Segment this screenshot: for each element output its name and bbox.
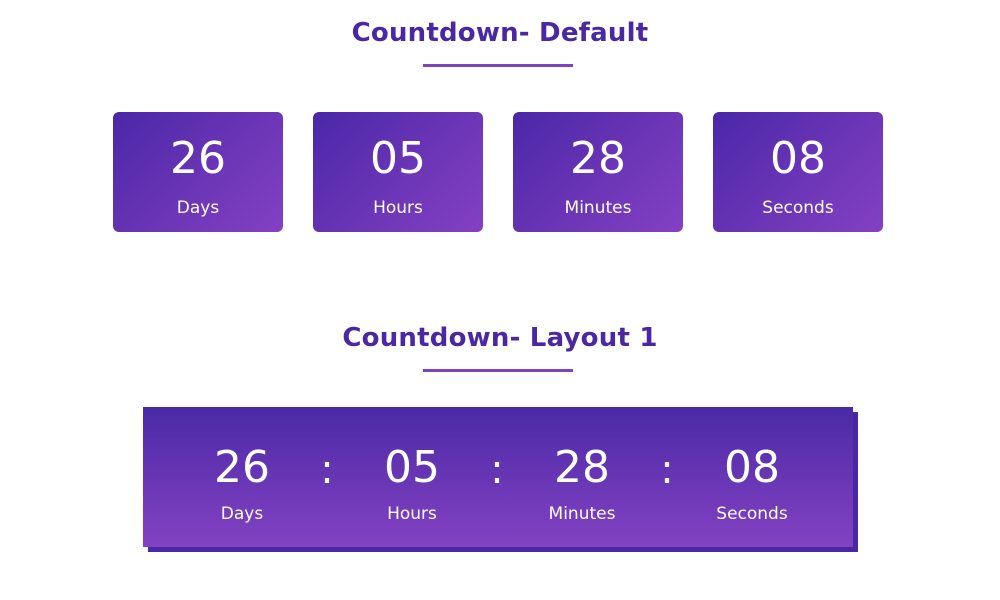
banner-hours-value: 05 — [384, 442, 440, 493]
banner-separator: : — [320, 447, 334, 493]
section-title-default: Countdown- Default — [351, 18, 649, 48]
countdown-banner: 26 Days : 05 Hours : 28 Minutes : 08 Sec… — [143, 407, 853, 547]
title-underline-default — [423, 64, 573, 67]
countdown-card-minutes: 28 Minutes — [513, 112, 683, 232]
countdown-minutes-label: Minutes — [564, 198, 632, 218]
title-underline-layout1 — [423, 369, 573, 372]
banner-separator: : — [490, 447, 504, 493]
banner-minutes-label: Minutes — [548, 504, 616, 524]
banner-seconds-value: 08 — [724, 442, 780, 493]
countdown-seconds-value: 08 — [770, 133, 826, 184]
countdown-days-value: 26 — [170, 133, 226, 184]
banner-separator: : — [660, 447, 674, 493]
countdown-hours-label: Hours — [373, 198, 423, 218]
countdown-days-label: Days — [176, 198, 220, 218]
countdown-seconds-label: Seconds — [762, 198, 834, 218]
countdown-minutes-value: 28 — [570, 133, 626, 184]
countdown-card-seconds: 08 Seconds — [713, 112, 883, 232]
countdown-card-days: 26 Days — [113, 112, 283, 232]
banner-hours-label: Hours — [387, 504, 437, 524]
banner-days-value: 26 — [214, 442, 270, 493]
banner-minutes-value: 28 — [554, 442, 610, 493]
banner-days-label: Days — [220, 504, 264, 524]
countdown-card-hours: 05 Hours — [313, 112, 483, 232]
countdown-hours-value: 05 — [370, 133, 426, 184]
banner-seconds-label: Seconds — [716, 504, 788, 524]
section-title-layout1: Countdown- Layout 1 — [342, 323, 658, 353]
